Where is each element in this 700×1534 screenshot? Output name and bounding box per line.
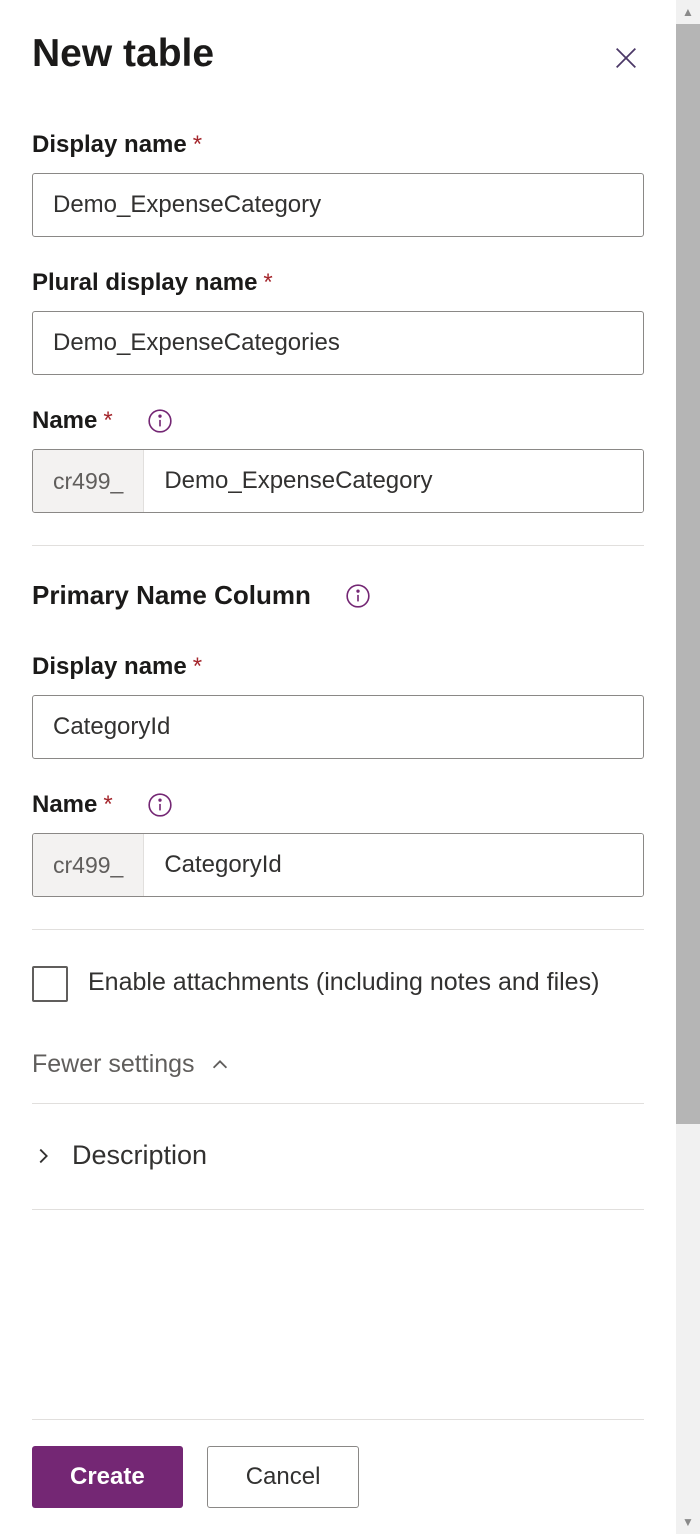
description-expand[interactable]: Description [32, 1132, 207, 1179]
name-prefix: cr499_ [33, 450, 144, 512]
info-icon[interactable] [147, 792, 173, 818]
panel-footer: Create Cancel [32, 1419, 644, 1534]
name-field: Name * cr499_ [32, 407, 644, 513]
required-asterisk: * [103, 791, 112, 819]
close-icon [612, 60, 640, 75]
plural-display-name-label: Plural display name * [32, 269, 644, 297]
pnc-display-name-field: Display name * [32, 653, 644, 759]
name-label: Name * [32, 407, 644, 435]
display-name-field: Display name * [32, 131, 644, 237]
enable-attachments-label: Enable attachments (including notes and … [88, 964, 599, 1002]
info-icon[interactable] [147, 408, 173, 434]
display-name-input[interactable] [32, 173, 644, 237]
panel-content: New table Display name * Plural display … [32, 32, 644, 1419]
plural-display-name-field: Plural display name * [32, 269, 644, 375]
required-asterisk: * [193, 131, 202, 159]
display-name-label: Display name * [32, 131, 644, 159]
enable-attachments-row: Enable attachments (including notes and … [32, 964, 644, 1002]
enable-attachments-checkbox[interactable] [32, 966, 68, 1002]
pnc-name-field: Name * cr499_ [32, 791, 644, 897]
cancel-button[interactable]: Cancel [207, 1446, 360, 1508]
pnc-display-name-input[interactable] [32, 695, 644, 759]
divider [32, 1103, 644, 1104]
pnc-name-prefix: cr499_ [33, 834, 144, 896]
chevron-up-icon [209, 1054, 231, 1076]
vertical-scrollbar[interactable]: ▲ ▼ [676, 0, 700, 1534]
create-button[interactable]: Create [32, 1446, 183, 1508]
name-prefixed-input: cr499_ [32, 449, 644, 513]
chevron-right-icon [32, 1145, 54, 1167]
scroll-down-arrow[interactable]: ▼ [676, 1510, 700, 1534]
panel-header: New table [32, 32, 644, 79]
name-input[interactable] [144, 450, 643, 512]
info-icon[interactable] [345, 583, 371, 609]
primary-name-section-title: Primary Name Column [32, 580, 644, 611]
panel-title: New table [32, 32, 214, 76]
scrollbar-thumb[interactable] [676, 24, 700, 1124]
required-asterisk: * [103, 407, 112, 435]
divider [32, 1209, 644, 1210]
scroll-up-arrow[interactable]: ▲ [676, 0, 700, 24]
divider [32, 929, 644, 930]
plural-display-name-input[interactable] [32, 311, 644, 375]
close-button[interactable] [608, 40, 644, 79]
required-asterisk: * [263, 269, 272, 297]
fewer-settings-toggle[interactable]: Fewer settings [32, 1050, 231, 1079]
divider [32, 545, 644, 546]
pnc-name-prefixed-input: cr499_ [32, 833, 644, 897]
new-table-panel: New table Display name * Plural display … [0, 0, 676, 1534]
pnc-name-input[interactable] [144, 834, 643, 896]
pnc-display-name-label: Display name * [32, 653, 644, 681]
required-asterisk: * [193, 653, 202, 681]
pnc-name-label: Name * [32, 791, 644, 819]
